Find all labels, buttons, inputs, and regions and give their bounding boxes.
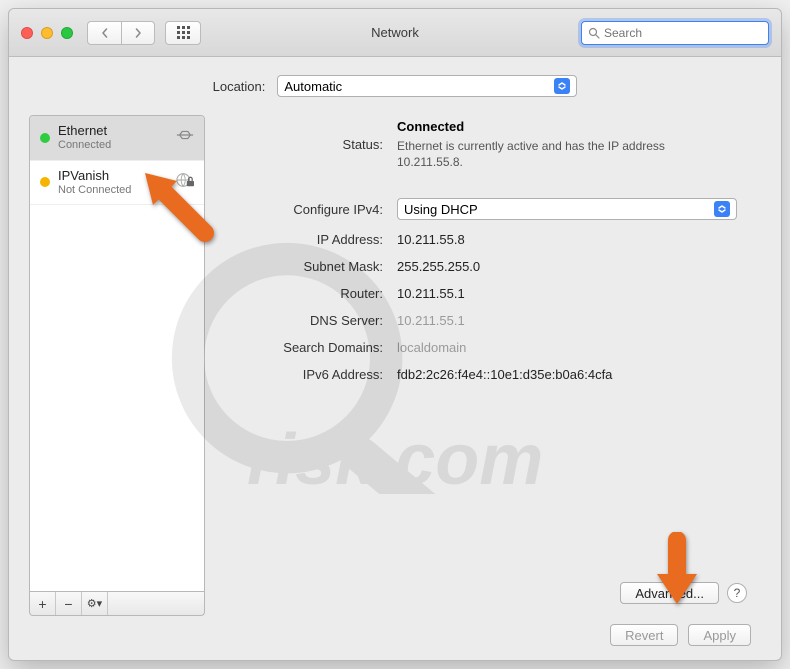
search-input[interactable] <box>604 26 762 40</box>
status-dot-idle-icon <box>40 177 50 187</box>
chevron-left-icon <box>100 28 110 38</box>
subnet-mask-value: 255.255.255.0 <box>397 259 737 274</box>
status-description: Ethernet is currently active and has the… <box>397 138 707 170</box>
advanced-button[interactable]: Advanced... <box>620 582 719 604</box>
configure-ipv4-label: Configure IPv4: <box>227 202 383 217</box>
globe-lock-icon <box>174 171 196 189</box>
subnet-mask-label: Subnet Mask: <box>227 259 383 274</box>
service-status: Connected <box>58 139 111 152</box>
sidebar: Ethernet Connected IPVanish Not Connecte… <box>29 115 205 616</box>
sidebar-item-labels: Ethernet Connected <box>58 124 111 152</box>
back-button[interactable] <box>87 21 121 45</box>
ip-address-label: IP Address: <box>227 232 383 247</box>
sidebar-item-labels: IPVanish Not Connected <box>58 169 131 197</box>
window-body: Location: Automatic Ethernet Connected <box>9 57 781 660</box>
grid-icon <box>177 26 190 39</box>
close-window-button[interactable] <box>21 27 33 39</box>
location-label: Location: <box>213 79 266 94</box>
location-select[interactable]: Automatic <box>277 75 577 97</box>
location-selected-value: Automatic <box>284 79 342 94</box>
search-icon <box>588 27 600 39</box>
ip-address-value: 10.211.55.8 <box>397 232 737 247</box>
titlebar: Network <box>9 9 781 57</box>
configure-ipv4-value: Using DHCP <box>404 202 478 217</box>
detail-form: Status: Connected Ethernet is currently … <box>227 119 757 382</box>
advanced-row: Advanced... ? <box>227 576 757 616</box>
add-service-button[interactable]: + <box>30 592 56 615</box>
network-services-list[interactable]: Ethernet Connected IPVanish Not Connecte… <box>29 115 205 592</box>
sidebar-item-ipvanish[interactable]: IPVanish Not Connected <box>30 161 204 206</box>
forward-button[interactable] <box>121 21 155 45</box>
status-block: Connected Ethernet is currently active a… <box>397 119 737 170</box>
help-button[interactable]: ? <box>727 583 747 603</box>
chevron-right-icon <box>133 28 143 38</box>
search-field-wrapper[interactable] <box>581 21 769 45</box>
detail-panel: Status: Connected Ethernet is currently … <box>223 115 761 616</box>
status-dot-connected-icon <box>40 133 50 143</box>
ipv6-address-label: IPv6 Address: <box>227 367 383 382</box>
search-domains-value: localdomain <box>397 340 737 355</box>
status-value: Connected <box>397 119 737 134</box>
minimize-window-button[interactable] <box>41 27 53 39</box>
dns-server-value: 10.211.55.1 <box>397 313 737 328</box>
chevron-updown-icon <box>714 201 730 217</box>
router-value: 10.211.55.1 <box>397 286 737 301</box>
sidebar-toolbar: + − ⚙︎▾ <box>29 592 205 616</box>
chevron-updown-icon <box>554 78 570 94</box>
ethernet-icon <box>174 126 196 144</box>
status-label: Status: <box>227 137 383 152</box>
service-name: IPVanish <box>58 169 131 184</box>
ipv6-address-value: fdb2:2c26:f4e4::10e1:d35e:b0a6:4cfa <box>397 367 737 382</box>
show-all-button[interactable] <box>165 21 201 45</box>
remove-service-button[interactable]: − <box>56 592 82 615</box>
zoom-window-button[interactable] <box>61 27 73 39</box>
footer-buttons: Revert Apply <box>29 624 761 646</box>
router-label: Router: <box>227 286 383 301</box>
window-controls <box>21 27 73 39</box>
network-preferences-window: Network Location: Automatic <box>8 8 782 661</box>
nav-back-forward <box>87 21 155 45</box>
location-row: Location: Automatic <box>29 75 761 97</box>
dns-server-label: DNS Server: <box>227 313 383 328</box>
configure-ipv4-select[interactable]: Using DHCP <box>397 198 737 220</box>
service-status: Not Connected <box>58 184 131 197</box>
apply-button[interactable]: Apply <box>688 624 751 646</box>
actions-menu-button[interactable]: ⚙︎▾ <box>82 592 108 615</box>
sidebar-item-ethernet[interactable]: Ethernet Connected <box>30 116 204 161</box>
revert-button[interactable]: Revert <box>610 624 678 646</box>
content-columns: Ethernet Connected IPVanish Not Connecte… <box>29 115 761 616</box>
service-name: Ethernet <box>58 124 111 139</box>
search-domains-label: Search Domains: <box>227 340 383 355</box>
